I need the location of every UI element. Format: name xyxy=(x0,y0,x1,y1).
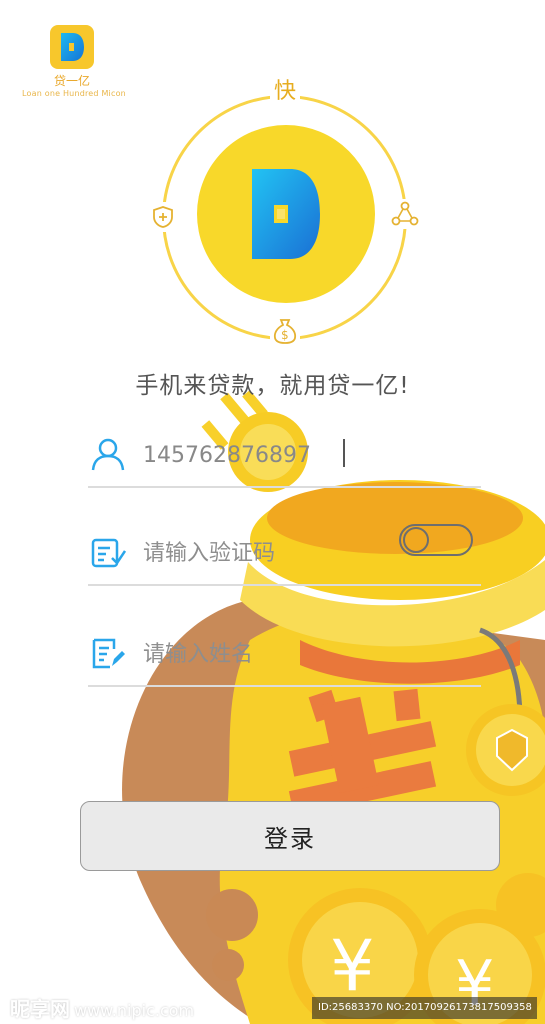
brand-logo: 贷一亿 Loan one Hundred Micon xyxy=(22,25,126,98)
edit-document-icon xyxy=(90,635,126,671)
svg-text:$: $ xyxy=(281,328,289,342)
login-button[interactable]: 登录 xyxy=(80,801,500,871)
name-input[interactable] xyxy=(143,635,403,673)
text-cursor xyxy=(343,439,345,467)
user-icon xyxy=(90,436,126,472)
phone-field xyxy=(88,418,481,488)
verify-code-input[interactable] xyxy=(143,534,403,572)
send-code-toggle[interactable] xyxy=(399,524,473,556)
svg-text:¥: ¥ xyxy=(330,925,375,1007)
hero-logo-disc xyxy=(197,125,375,303)
verify-code-field xyxy=(88,516,481,586)
brand-name-en: Loan one Hundred Micon xyxy=(22,89,126,98)
watermark-url: www.nipic.com xyxy=(74,1001,195,1020)
name-field xyxy=(88,617,481,687)
watermark-logo: 昵享网 www.nipic.com xyxy=(10,993,194,1022)
orbit-label-fast: 快 xyxy=(270,77,300,107)
d-letter-icon xyxy=(252,169,320,259)
d-letter-icon xyxy=(61,33,84,61)
slogan: 手机来贷款，就用贷一亿! xyxy=(135,373,410,399)
verify-code-icon xyxy=(90,534,127,570)
watermark-id: ID:25683370 NO:20170926173817509358 xyxy=(312,997,537,1019)
brand-badge xyxy=(50,25,94,69)
toggle-knob xyxy=(403,527,429,553)
hero-orbit: 快 $ xyxy=(150,77,420,347)
money-bag-icon: $ xyxy=(270,315,300,347)
phone-input[interactable] xyxy=(143,436,403,474)
shield-plus-icon xyxy=(150,202,176,232)
brand-name-cn: 贷一亿 xyxy=(53,74,90,88)
network-nodes-icon xyxy=(390,199,420,229)
watermark-text: 昵享网 xyxy=(10,997,70,1021)
